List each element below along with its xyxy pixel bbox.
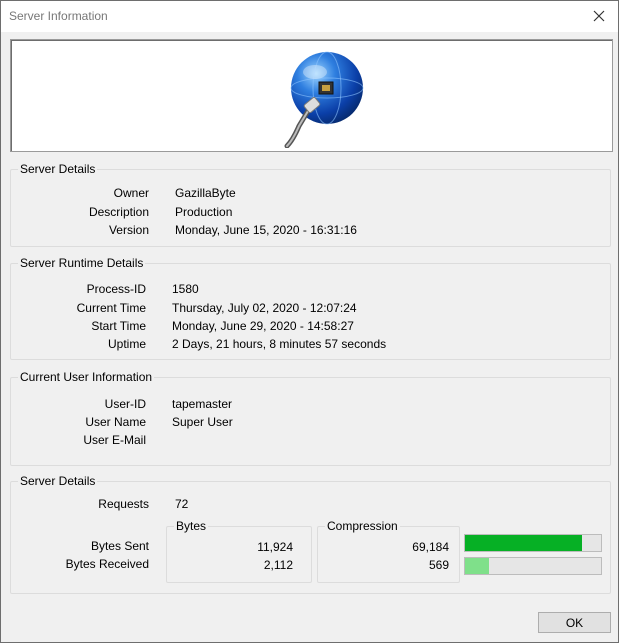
ok-button[interactable]: OK [538, 612, 611, 633]
process-id-label: Process-ID [86, 282, 146, 296]
requests-label: Requests [98, 497, 149, 511]
group-title: Current User Information [18, 370, 155, 384]
group-title: Server Details [18, 474, 98, 488]
group-title: Server Details [18, 162, 98, 176]
bytes-received-label: Bytes Received [65, 557, 149, 571]
uptime-label: Uptime [107, 337, 146, 351]
version-value: Monday, June 15, 2020 - 16:31:16 [175, 223, 357, 237]
user-id-value: tapemaster [172, 397, 233, 411]
compression-subgroup: Compression 69,184 569 [317, 519, 460, 583]
current-user-information-group: Current User Information User-ID tapemas… [10, 370, 611, 466]
user-email-label: User E-Mail [83, 433, 146, 447]
owner-label: Owner [113, 186, 149, 200]
start-time-label: Start Time [91, 319, 146, 333]
received-progress-bar [464, 557, 602, 575]
current-time-label: Current Time [76, 301, 146, 315]
current-time-value: Thursday, July 02, 2020 - 12:07:24 [172, 301, 357, 315]
banner-panel [10, 39, 613, 152]
compression-received-value: 569 [428, 558, 449, 572]
version-label: Version [108, 223, 149, 237]
network-globe-icon [284, 51, 364, 148]
start-time-value: Monday, June 29, 2020 - 14:58:27 [172, 319, 354, 333]
close-icon [593, 10, 605, 22]
subgroup-title: Bytes [174, 519, 209, 533]
owner-value: GazillaByte [175, 186, 236, 200]
server-traffic-group: Server Details Requests 72 Bytes Sent By… [10, 474, 611, 594]
sent-progress-fill [465, 535, 582, 551]
requests-value: 72 [175, 497, 189, 511]
sent-progress-bar [464, 534, 602, 552]
bytes-subgroup: Bytes 11,924 2,112 [166, 519, 312, 583]
user-name-label: User Name [85, 415, 146, 429]
bytes-received-value: 2,112 [263, 558, 293, 572]
group-title: Server Runtime Details [18, 256, 146, 270]
user-name-value: Super User [172, 415, 233, 429]
description-label: Description [88, 205, 149, 219]
close-button[interactable] [588, 5, 610, 27]
window-title: Server Information [9, 9, 108, 23]
compression-sent-value: 69,184 [412, 540, 449, 554]
user-id-label: User-ID [104, 397, 146, 411]
server-information-dialog: Server Information Server Details Owner … [0, 0, 619, 643]
description-value: Production [175, 205, 233, 219]
bytes-sent-label: Bytes Sent [90, 539, 149, 553]
bytes-sent-value: 11,924 [257, 540, 293, 554]
process-id-value: 1580 [172, 282, 199, 296]
subgroup-title: Compression [325, 519, 400, 533]
server-runtime-details-group: Server Runtime Details Process-ID 1580 C… [10, 256, 611, 360]
title-bar: Server Information [1, 1, 618, 32]
uptime-value: 2 Days, 21 hours, 8 minutes 57 seconds [172, 337, 387, 351]
server-details-group: Server Details Owner GazillaByte Descrip… [10, 162, 611, 247]
received-progress-fill [465, 558, 489, 574]
